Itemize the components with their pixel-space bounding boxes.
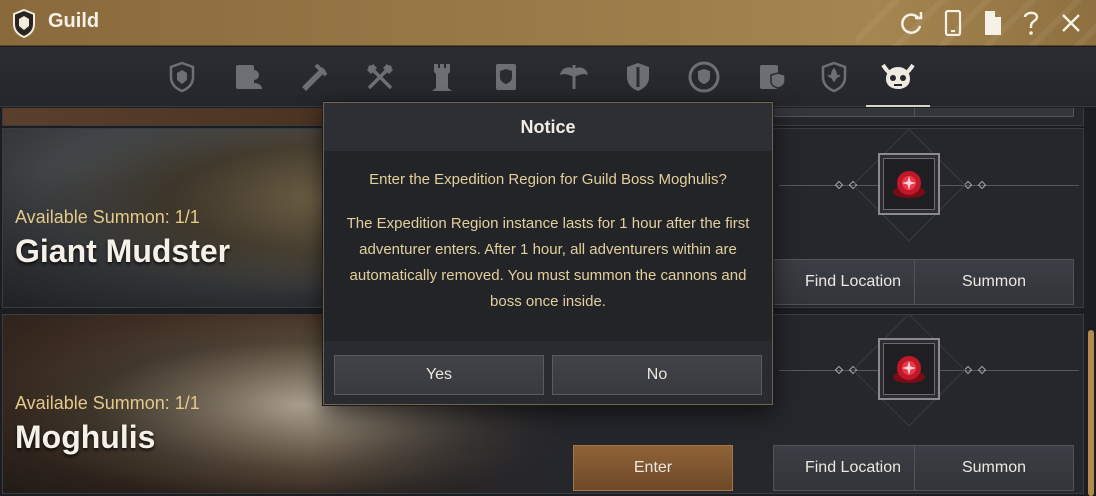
dialog-title: Notice <box>324 103 772 151</box>
tab-records[interactable] <box>484 57 528 97</box>
phone-icon <box>944 10 962 36</box>
document-icon <box>985 11 1001 35</box>
tab-emblem[interactable] <box>682 57 726 97</box>
close-icon <box>1062 14 1080 32</box>
scroll-person-icon <box>236 65 262 89</box>
winged-axe-icon <box>560 65 588 89</box>
find-location-button-previous[interactable] <box>773 108 933 117</box>
notice-dialog: Notice Enter the Expedition Region for G… <box>323 102 773 405</box>
tab-defense[interactable] <box>616 57 660 97</box>
tower-icon <box>432 64 452 91</box>
round-emblem-icon <box>688 61 720 93</box>
summon-button[interactable]: Summon <box>914 445 1074 491</box>
summon-button[interactable]: Summon <box>914 259 1074 305</box>
reward-slot[interactable] <box>878 153 940 215</box>
available-summon-label: Available Summon: 1/1 <box>15 207 200 227</box>
red-gem-icon <box>893 356 925 383</box>
reward-slot[interactable] <box>878 338 940 400</box>
shield-document-icon <box>496 64 516 90</box>
red-gem-icon <box>893 171 925 198</box>
summon-button-previous[interactable] <box>914 108 1074 117</box>
sword-shield-icon <box>627 63 649 91</box>
refresh-button[interactable] <box>896 8 926 38</box>
find-location-button[interactable]: Find Location <box>773 259 933 305</box>
document-button[interactable] <box>978 8 1008 38</box>
mobile-button[interactable] <box>938 8 968 38</box>
scroll-shield-icon <box>760 65 786 89</box>
find-location-button[interactable]: Find Location <box>773 445 933 491</box>
title-bar: Guild <box>0 0 1096 46</box>
tab-strip <box>0 47 1096 107</box>
crossed-axes-icon <box>367 64 393 90</box>
close-button[interactable] <box>1056 8 1086 38</box>
quill-map-icon <box>302 63 328 91</box>
help-button[interactable] <box>1016 8 1046 38</box>
boss-name: Giant Mudster <box>15 233 231 269</box>
no-button[interactable]: No <box>552 355 762 395</box>
yes-button[interactable]: Yes <box>334 355 544 395</box>
window-title: Guild <box>48 10 100 32</box>
tab-missions[interactable] <box>292 57 336 97</box>
tab-battle[interactable] <box>358 57 402 97</box>
tab-archive[interactable] <box>750 57 794 97</box>
boss-skull-icon <box>881 63 915 89</box>
tab-guild-boss[interactable] <box>866 57 930 107</box>
dialog-question: Enter the Expedition Region for Guild Bo… <box>369 171 727 188</box>
tab-raid[interactable] <box>552 57 596 97</box>
available-summon-label: Available Summon: 1/1 <box>15 393 200 413</box>
tab-members[interactable] <box>226 57 270 97</box>
guild-emblem-icon <box>13 8 35 38</box>
enter-button[interactable]: Enter <box>573 445 733 491</box>
boss-name: Moghulis <box>15 419 156 455</box>
fleur-shield-icon <box>821 61 847 93</box>
refresh-icon <box>901 12 923 34</box>
guild-crest-icon <box>169 61 195 93</box>
list-scrollbar[interactable] <box>1088 108 1094 496</box>
scrollbar-thumb[interactable] <box>1088 330 1094 496</box>
tab-guild-crest[interactable] <box>160 57 204 97</box>
tab-alliance[interactable] <box>812 57 856 97</box>
dialog-message: The Expedition Region instance lasts for… <box>346 215 750 310</box>
tab-stronghold[interactable] <box>420 57 464 97</box>
dialog-body: Enter the Expedition Region for Guild Bo… <box>324 151 772 341</box>
question-mark-icon <box>1023 11 1039 35</box>
